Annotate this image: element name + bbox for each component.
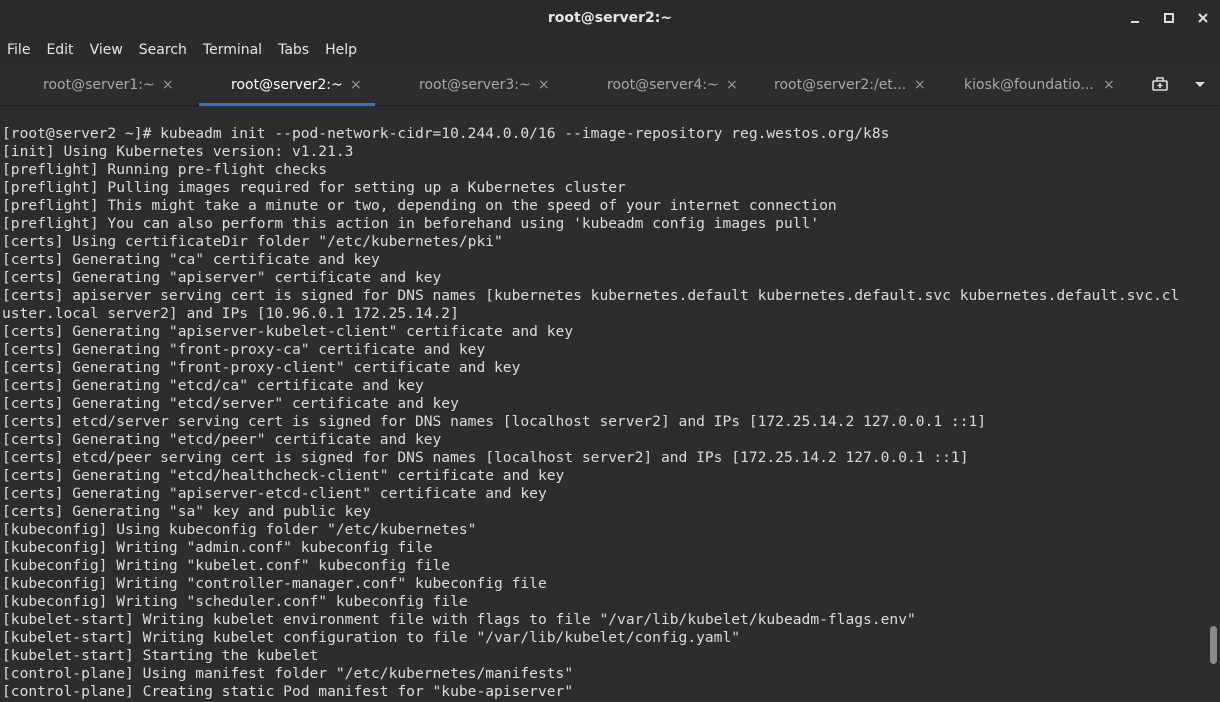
tab-server2[interactable]: root@server2:~ × <box>199 64 375 106</box>
terminal-line: [preflight] You can also perform this ac… <box>2 215 820 232</box>
menu-tabs[interactable]: Tabs <box>270 36 317 64</box>
new-tab-button[interactable] <box>1142 64 1178 106</box>
terminal-line: [certs] Generating "etcd/peer" certifica… <box>2 431 442 448</box>
menu-edit[interactable]: Edit <box>38 36 81 64</box>
tab-close-icon[interactable]: × <box>162 77 174 93</box>
tab-label: root@server2:/et... <box>774 77 907 93</box>
maximize-button[interactable] <box>1152 0 1186 36</box>
menu-search[interactable]: Search <box>131 36 195 64</box>
terminal-line: [certs] Generating "apiserver-kubelet-cl… <box>2 323 574 340</box>
title-bar: root@server2:~ <box>0 0 1220 36</box>
menu-file[interactable]: File <box>0 36 38 64</box>
tab-bar: root@server1:~ × root@server2:~ × root@s… <box>0 64 1220 106</box>
tab-label: root@server2:~ <box>231 77 343 93</box>
tab-close-icon[interactable]: × <box>350 77 362 93</box>
minimize-button[interactable] <box>1118 0 1152 36</box>
terminal-line: [certs] etcd/server serving cert is sign… <box>2 413 987 430</box>
tab-label: root@server1:~ <box>43 77 155 93</box>
window-title: root@server2:~ <box>547 10 673 26</box>
terminal-line: [kubelet-start] Writing kubelet configur… <box>2 629 741 646</box>
terminal-line: [kubeconfig] Using kubeconfig folder "/e… <box>2 521 477 538</box>
terminal-line: [kubeconfig] Writing "controller-manager… <box>2 575 547 592</box>
terminal-line: [certs] Generating "sa" key and public k… <box>2 503 372 520</box>
terminal-line: [kubeconfig] Writing "kubelet.conf" kube… <box>2 557 451 574</box>
scrollbar[interactable] <box>1208 106 1220 702</box>
menu-bar: File Edit View Search Terminal Tabs Help <box>0 36 1220 64</box>
tab-server2-etc[interactable]: root@server2:/et... × <box>763 64 939 106</box>
tab-label: root@server4:~ <box>607 77 719 93</box>
terminal-line: [preflight] This might take a minute or … <box>2 197 837 214</box>
terminal-line: [kubelet-start] Starting the kubelet <box>2 647 319 664</box>
scrollbar-thumb[interactable] <box>1210 626 1217 664</box>
tab-close-icon[interactable]: × <box>1103 77 1115 93</box>
tab-close-icon[interactable]: × <box>726 77 738 93</box>
terminal-line: [kubelet-start] Writing kubelet environm… <box>2 611 916 628</box>
terminal-line: [certs] apiserver serving cert is signed… <box>2 287 1180 304</box>
terminal-line: [certs] Generating "front-proxy-ca" cert… <box>2 341 486 358</box>
menu-view[interactable]: View <box>82 36 131 64</box>
terminal-line: [root@server2 ~]# kubeadm init --pod-net… <box>2 125 890 142</box>
tab-close-icon[interactable]: × <box>914 77 926 93</box>
window-controls <box>1118 0 1220 36</box>
terminal-line: [certs] Generating "front-proxy-client" … <box>2 359 521 376</box>
close-window-button[interactable] <box>1186 0 1220 36</box>
terminal-line: [certs] Generating "etcd/healthcheck-cli… <box>2 467 565 484</box>
chevron-down-icon <box>1195 82 1205 87</box>
tab-server1[interactable]: root@server1:~ × <box>11 64 197 106</box>
tab-label: root@server3:~ <box>419 77 531 93</box>
terminal-line: uster.local server2] and IPs [10.96.0.1 … <box>2 305 459 322</box>
terminal-line: [preflight] Running pre-flight checks <box>2 161 328 178</box>
terminal-line: [control-plane] Creating static Pod mani… <box>2 683 574 700</box>
close-icon <box>1198 13 1208 23</box>
new-tab-icon <box>1152 77 1168 91</box>
terminal-line: [init] Using Kubernetes version: v1.21.3 <box>2 143 354 160</box>
terminal-line: [kubeconfig] Writing "scheduler.conf" ku… <box>2 593 468 610</box>
terminal-line: [certs] Using certificateDir folder "/et… <box>2 233 503 250</box>
tab-kiosk[interactable]: kiosk@foundatio... × <box>951 64 1127 106</box>
tab-menu-button[interactable] <box>1182 64 1218 106</box>
terminal-line: [certs] Generating "apiserver" certifica… <box>2 269 442 286</box>
terminal-line: [certs] Generating "apiserver-etcd-clien… <box>2 485 547 502</box>
tab-server3[interactable]: root@server3:~ × <box>387 64 563 106</box>
minimize-icon <box>1131 21 1139 23</box>
terminal-line: [control-plane] Using manifest folder "/… <box>2 665 574 682</box>
terminal-view[interactable]: [root@server2 ~]# kubeadm init --pod-net… <box>0 106 1220 702</box>
terminal-line: [preflight] Pulling images required for … <box>2 179 626 196</box>
terminal-line: [certs] Generating "etcd/ca" certificate… <box>2 377 424 394</box>
tab-server4[interactable]: root@server4:~ × <box>575 64 751 106</box>
terminal-line: [kubeconfig] Writing "admin.conf" kubeco… <box>2 539 433 556</box>
menu-help[interactable]: Help <box>317 36 365 64</box>
terminal-line: [certs] Generating "etcd/server" certifi… <box>2 395 459 412</box>
tab-close-icon[interactable]: × <box>538 77 550 93</box>
terminal-line: [certs] Generating "ca" certificate and … <box>2 251 380 268</box>
terminal-line: [certs] etcd/peer serving cert is signed… <box>2 449 969 466</box>
terminal-output: [root@server2 ~]# kubeadm init --pod-net… <box>2 125 1208 701</box>
tab-label: kiosk@foundatio... <box>964 77 1094 93</box>
maximize-icon <box>1164 13 1174 23</box>
menu-terminal[interactable]: Terminal <box>195 36 270 64</box>
